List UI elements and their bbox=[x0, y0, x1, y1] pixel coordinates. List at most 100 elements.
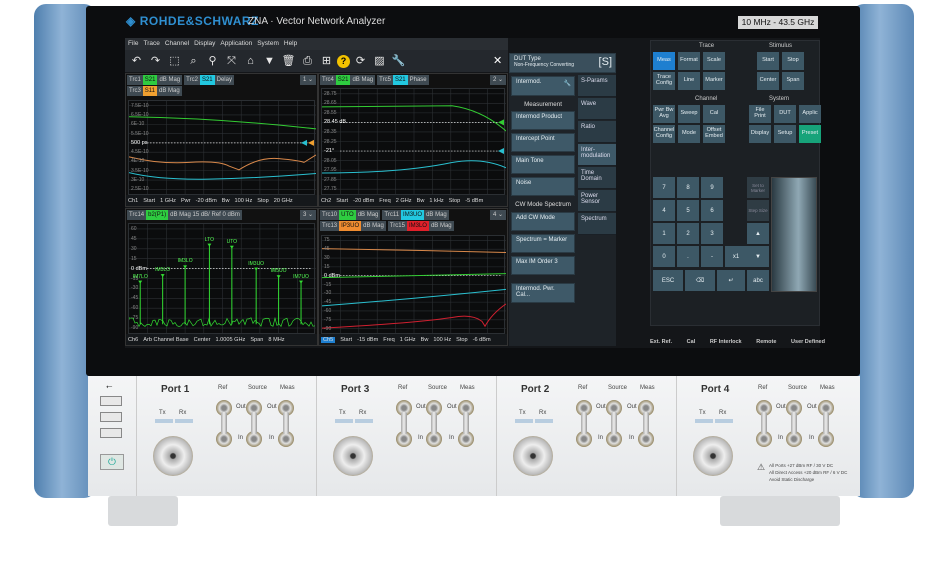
abc-button[interactable]: abc bbox=[747, 270, 769, 291]
test-port-connector[interactable] bbox=[333, 436, 373, 476]
cw-spectrum-marker[interactable]: Spectrum = Marker bbox=[511, 234, 575, 253]
tab-intermodulation[interactable]: Inter-modulation bbox=[578, 144, 616, 166]
marker-label[interactable]: IM5UO bbox=[271, 268, 287, 274]
trace-tag[interactable]: Trc14 b2(P1) dB Mag 15 dB/ Ref 0 dBm bbox=[127, 210, 242, 220]
channel-label[interactable]: Ch1 bbox=[128, 198, 138, 204]
key-center[interactable]: Center bbox=[757, 72, 779, 90]
zoom-select-icon[interactable]: ⬚ bbox=[166, 53, 183, 70]
zoom-icon[interactable]: ⌕ bbox=[185, 53, 202, 70]
key-digit[interactable]: 6 bbox=[701, 200, 723, 221]
usb-port[interactable] bbox=[100, 396, 122, 406]
marker-label[interactable]: LTO bbox=[205, 237, 214, 243]
key-setup[interactable]: Setup bbox=[774, 125, 796, 143]
cw-add-cw-mode[interactable]: Add CW Mode bbox=[511, 212, 575, 231]
test-port-connector[interactable] bbox=[153, 436, 193, 476]
add-marker-icon[interactable]: ▼ bbox=[261, 53, 278, 70]
trace-tag[interactable]: Trc15 IM3LO dB Mag bbox=[388, 221, 454, 231]
power-button[interactable]: ⏻ bbox=[100, 454, 124, 470]
key-span[interactable]: Span bbox=[782, 72, 804, 90]
tab-sparams[interactable]: S-Params bbox=[578, 75, 616, 97]
key-x1[interactable]: x1 bbox=[725, 246, 747, 267]
tab-ratio[interactable]: Ratio bbox=[578, 121, 616, 143]
key-digit[interactable]: 2 bbox=[677, 223, 699, 244]
fit-icon[interactable]: ⤧ bbox=[223, 53, 240, 70]
key-digit[interactable]: 5 bbox=[677, 200, 699, 221]
key-digit[interactable]: 7 bbox=[653, 177, 675, 198]
menu-channel[interactable]: Channel bbox=[165, 38, 189, 50]
usb-port[interactable] bbox=[100, 428, 122, 438]
measurement-main-tone[interactable]: Main Tone bbox=[511, 155, 575, 174]
key-channel-config[interactable]: Channel Config bbox=[653, 125, 675, 143]
key-digit[interactable]: 4 bbox=[653, 200, 675, 221]
key-meas[interactable]: Meas bbox=[653, 52, 675, 70]
key-applic[interactable]: Applic bbox=[799, 105, 821, 123]
diagram-selector[interactable]: 4 ⌄ bbox=[490, 210, 506, 220]
marker-label[interactable]: IM3UO bbox=[248, 261, 264, 267]
key-format[interactable]: Format bbox=[678, 52, 700, 70]
redo-icon[interactable]: ↷ bbox=[147, 53, 164, 70]
backspace-button[interactable]: ⌫ bbox=[685, 270, 715, 291]
display-icon[interactable]: ▨ bbox=[371, 53, 388, 70]
key-file-print[interactable]: File Print bbox=[749, 105, 771, 123]
windows-icon[interactable]: ⊞ bbox=[318, 53, 335, 70]
trace-tag[interactable]: Trc5 S21 Phase bbox=[377, 75, 428, 85]
key-digit[interactable]: - bbox=[701, 246, 723, 267]
intermod-button[interactable]: Intermod. 🔧 bbox=[511, 76, 575, 96]
escape-button[interactable]: ESC bbox=[653, 270, 683, 291]
close-button[interactable]: ✕ bbox=[493, 54, 502, 67]
key-digit[interactable]: 3 bbox=[701, 223, 723, 244]
tab-powersensor[interactable]: Power Sensor bbox=[578, 190, 616, 212]
key-marker[interactable]: Marker bbox=[703, 72, 725, 90]
menu-help[interactable]: Help bbox=[284, 38, 297, 50]
diagram-selector[interactable]: 1 ⌄ bbox=[300, 75, 316, 85]
help-icon[interactable]: ? bbox=[337, 55, 350, 68]
key-digit[interactable]: 0 bbox=[653, 246, 675, 267]
menu-system[interactable]: System bbox=[257, 38, 279, 50]
key-line[interactable]: Line bbox=[678, 72, 700, 90]
plot-area[interactable]: 28.75 28.65 28.55 28.45 dB 28.35 28.25 -21° 28.… bbox=[321, 88, 505, 195]
plot-area[interactable]: 60 45 30 15 0 dBm -15 -30 -45 -60 -75 -90 IM7LO IM5L… bbox=[128, 223, 315, 334]
print-icon[interactable]: ⎙ bbox=[299, 53, 316, 70]
wrench-icon[interactable]: 🔧 bbox=[390, 53, 407, 70]
test-port-connector[interactable] bbox=[693, 436, 733, 476]
key-scale[interactable]: Scale bbox=[703, 52, 725, 70]
channel-label[interactable]: Ch2 bbox=[321, 198, 331, 204]
marker-label[interactable]: IM5LO bbox=[155, 267, 170, 273]
key-digit[interactable]: . bbox=[677, 246, 699, 267]
diagram-pane-4[interactable]: Trc10 UTO dB Mag Trc11 IM3UO dB Mag 4 ⌄ Trc13 IP… bbox=[318, 208, 508, 346]
key-preset[interactable]: Preset bbox=[799, 125, 821, 143]
key-offset-embed[interactable]: Offset Embed bbox=[703, 125, 725, 143]
plot-area[interactable]: 75 45 30 15 0 dBm -15 -30 -45 -60 -75 -90 bbox=[321, 235, 505, 334]
trace-tag[interactable]: Trc3 S11 dB Mag bbox=[127, 86, 182, 96]
rotary-knob-display[interactable] bbox=[771, 177, 817, 292]
key-cal[interactable]: Cal bbox=[703, 105, 725, 123]
key-dut[interactable]: DUT bbox=[774, 105, 796, 123]
refresh-icon[interactable]: ⟳ bbox=[352, 53, 369, 70]
usb-port[interactable] bbox=[100, 412, 122, 422]
key-pwr-bw-avg[interactable]: Pwr Bw Avg bbox=[653, 105, 675, 123]
diagram-pane-3[interactable]: Trc14 b2(P1) dB Mag 15 dB/ Ref 0 dBm 3 ⌄ 60 4… bbox=[125, 208, 318, 346]
marker-label[interactable]: IM3LO bbox=[178, 258, 193, 264]
menu-file[interactable]: File bbox=[128, 38, 138, 50]
add-trace-icon[interactable]: ⌂ bbox=[242, 53, 259, 70]
measurement-intercept-point[interactable]: Intercept Point bbox=[511, 133, 575, 152]
tab-wave[interactable]: Wave bbox=[578, 98, 616, 120]
trace-tag[interactable]: Trc2 S21 Delay bbox=[184, 75, 234, 85]
delete-icon[interactable]: 🗑 bbox=[280, 53, 297, 70]
channel-label[interactable]: Ch5 bbox=[321, 337, 335, 343]
key-step-size[interactable]: Step Size bbox=[747, 200, 769, 221]
diagram-selector[interactable]: 3 ⌄ bbox=[300, 210, 316, 220]
trace-tag[interactable]: Trc4 S21 dB Mag bbox=[320, 75, 375, 85]
diagram-selector[interactable]: 2 ⌄ bbox=[490, 75, 506, 85]
key-display[interactable]: Display bbox=[749, 125, 771, 143]
zoom-marker-icon[interactable]: ⚲ bbox=[204, 53, 221, 70]
plot-area[interactable]: 7.5E-10 6.5E-10 6E-10 5.5E-10 500 ps 4.5E-10 4… bbox=[128, 100, 315, 195]
key-set-to-marker[interactable]: Set to Marker bbox=[747, 177, 769, 198]
diagram-pane-1[interactable]: Trc1 S21 dB Mag Trc2 S21 Delay 1 ⌄ Trc3 S11 dB Ma… bbox=[125, 73, 318, 207]
menu-display[interactable]: Display bbox=[194, 38, 215, 50]
key-mode[interactable]: Mode bbox=[678, 125, 700, 143]
key-digit[interactable]: 8 bbox=[677, 177, 699, 198]
trace-tag[interactable]: Trc13 IP3UO dB Mag bbox=[320, 221, 386, 231]
marker-label[interactable]: IM7UO bbox=[293, 274, 309, 280]
enter-button[interactable]: ↵ bbox=[717, 270, 745, 291]
